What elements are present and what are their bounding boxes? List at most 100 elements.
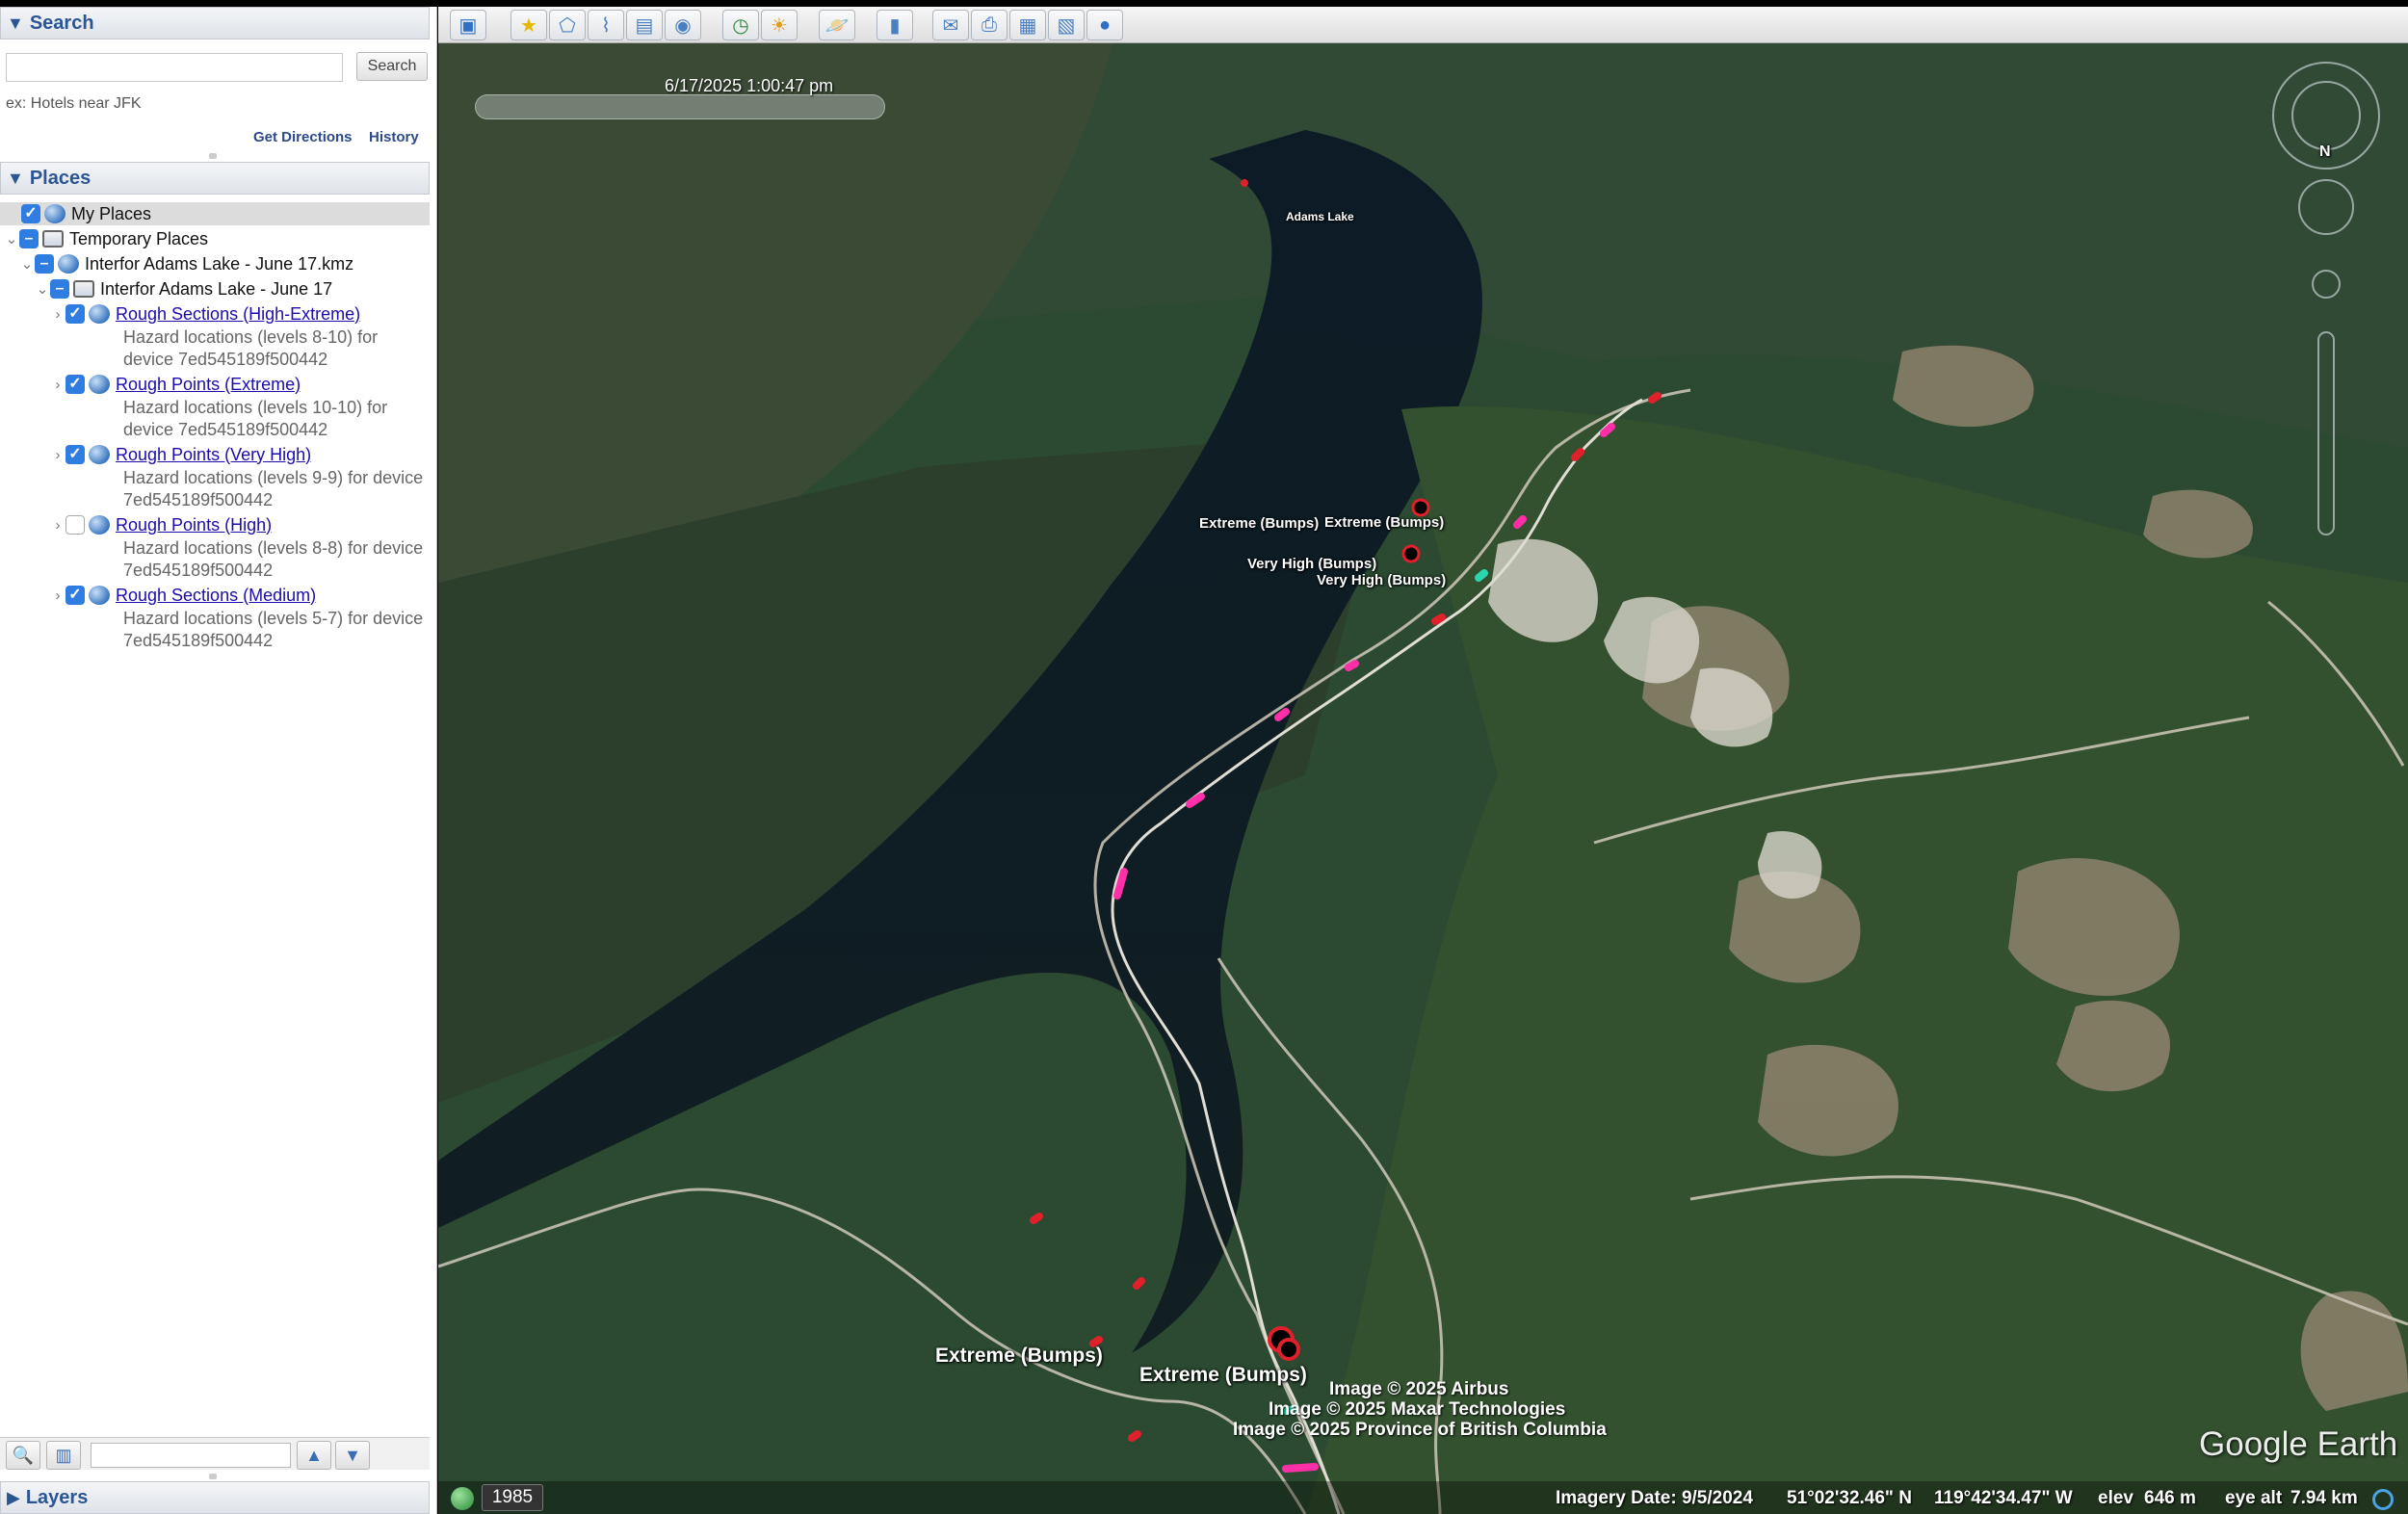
tree-item-layer[interactable]: › ✓ Rough Points (Extreme) [0, 373, 301, 396]
tree-item-kmz[interactable]: ⌄ – Interfor Adams Lake - June 17.kmz [0, 252, 353, 275]
search-button[interactable]: Search [356, 52, 428, 81]
compass-north-icon[interactable]: N [2319, 144, 2331, 161]
checkbox-unchecked-icon[interactable] [65, 515, 85, 535]
expand-triangle-icon: ▶ [7, 1487, 20, 1507]
extreme-marker[interactable] [1411, 498, 1430, 517]
toggle-panel-button[interactable]: ▥ [46, 1441, 81, 1470]
view-in-maps-button[interactable]: ▧ [1048, 10, 1085, 40]
planet-icon: 🪐 [824, 14, 850, 37]
checkbox-partial-icon[interactable]: – [50, 279, 69, 299]
earth-3d-view[interactable]: 6/17/2025 1:00:47 pm Adams Lake Extreme … [438, 43, 2408, 1514]
layer-globe-icon [44, 204, 65, 223]
layers-panel-header[interactable]: ▶ Layers [0, 1481, 430, 1514]
sidebar: ▼ Search Search ex: Hotels near JFK Get … [0, 7, 437, 1514]
historical-imagery-button[interactable]: ◷ [722, 10, 759, 40]
ruler-icon: ▮ [889, 14, 901, 37]
imagery-attribution: Image © 2025 Maxar Technologies [1269, 1399, 1566, 1420]
historical-year[interactable]: 1985 [482, 1484, 543, 1511]
chevron-down-icon[interactable]: ⌄ [4, 230, 19, 248]
mail-icon: ✉ [942, 14, 959, 37]
tree-item-layer[interactable]: › ✓ Rough Sections (High-Extreme) [0, 302, 360, 326]
chevron-right-icon[interactable]: › [50, 587, 65, 604]
chevron-down-icon[interactable]: ⌄ [35, 280, 50, 298]
layer-link[interactable]: Rough Points (High) [116, 515, 272, 535]
get-directions-link[interactable]: Get Directions [253, 129, 353, 145]
checkbox-checked-icon[interactable]: ✓ [65, 445, 85, 464]
checkbox-checked-icon[interactable]: ✓ [65, 375, 85, 394]
hazard-label[interactable]: Extreme (Bumps) [935, 1344, 1103, 1368]
very-high-marker[interactable] [1401, 544, 1421, 563]
add-path-button[interactable]: ⌇ [588, 10, 624, 40]
tree-item-layer[interactable]: › Rough Points (High) [0, 513, 272, 536]
move-up-button[interactable]: ▲ [297, 1441, 331, 1470]
places-filter-input[interactable] [91, 1443, 291, 1468]
tree-item-layer[interactable]: › ✓ Rough Sections (Medium) [0, 584, 316, 607]
place-label[interactable]: Adams Lake [1286, 210, 1354, 223]
chevron-down-icon[interactable]: ⌄ [19, 255, 35, 273]
time-slider[interactable] [475, 94, 885, 119]
chevron-right-icon[interactable]: › [50, 517, 65, 534]
search-hint: ex: Hotels near JFK [6, 95, 142, 112]
record-tour-button[interactable]: ◉ [665, 10, 701, 40]
earth-view-button[interactable]: ● [1086, 10, 1123, 40]
switch-planet-button[interactable]: 🪐 [819, 10, 855, 40]
placemark-pin-icon: ★ [520, 14, 537, 37]
tree-item-label: Interfor Adams Lake - June 17 [100, 278, 333, 299]
google-earth-logo: Google Earth [2199, 1425, 2398, 1463]
hazard-label[interactable]: Extreme (Bumps) [1199, 515, 1319, 532]
eye-altitude-label: eye alt [2225, 1488, 2283, 1508]
layer-link[interactable]: Rough Points (Very High) [116, 445, 311, 465]
chevron-right-icon[interactable]: › [50, 377, 65, 393]
hazard-label[interactable]: Very High (Bumps) [1317, 572, 1446, 588]
eye-altitude-value: 7.94 km [2290, 1488, 2358, 1508]
chevron-right-icon[interactable]: › [50, 306, 65, 323]
places-bottom-bar: 🔍 ▥ ▲ ▼ [0, 1437, 430, 1470]
email-button[interactable]: ✉ [932, 10, 969, 40]
search-places-button[interactable]: 🔍 [6, 1441, 40, 1470]
place-marker[interactable] [1241, 179, 1248, 187]
places-panel-header[interactable]: ▼ Places [0, 162, 430, 195]
layer-link[interactable]: Rough Sections (Medium) [116, 586, 316, 606]
hazard-label[interactable]: Extreme (Bumps) [1139, 1364, 1307, 1387]
sunlight-button[interactable]: ☀ [761, 10, 798, 40]
search-input[interactable] [6, 53, 343, 82]
ruler-button[interactable]: ▮ [877, 10, 913, 40]
checkbox-partial-icon[interactable]: – [35, 254, 54, 274]
extreme-marker[interactable] [1277, 1338, 1300, 1361]
globe-icon: ● [1098, 13, 1112, 36]
move-down-button[interactable]: ▼ [335, 1441, 370, 1470]
layer-link[interactable]: Rough Points (Extreme) [116, 375, 301, 395]
add-overlay-button[interactable]: ▤ [626, 10, 663, 40]
clock-icon: ◷ [732, 14, 749, 37]
tree-item-folder[interactable]: ⌄ – Interfor Adams Lake - June 17 [0, 277, 332, 300]
history-link[interactable]: History [369, 129, 419, 145]
hazard-label[interactable]: Very High (Bumps) [1247, 556, 1376, 572]
resize-grip[interactable] [209, 1474, 217, 1479]
tree-item-my-places[interactable]: ✓ My Places [0, 202, 430, 225]
tree-item-temporary-places[interactable]: ⌄ – Temporary Places [0, 227, 208, 250]
resize-grip[interactable] [209, 153, 217, 159]
save-image-button[interactable]: ▦ [1009, 10, 1046, 40]
checkbox-checked-icon[interactable]: ✓ [21, 204, 40, 223]
chevron-right-icon[interactable]: › [50, 447, 65, 463]
layer-globe-icon [58, 254, 79, 274]
search-panel-title: Search [29, 12, 94, 34]
historical-imagery-icon[interactable] [451, 1487, 474, 1510]
search-panel-header[interactable]: ▼ Search [0, 7, 430, 39]
tree-item-layer[interactable]: › ✓ Rough Points (Very High) [0, 443, 311, 466]
add-polygon-button[interactable]: ⬠ [549, 10, 586, 40]
layer-link[interactable]: Rough Sections (High-Extreme) [116, 304, 360, 325]
add-placemark-button[interactable]: ★ [510, 10, 547, 40]
panel-icon: ▥ [55, 1445, 72, 1465]
sidebar-toggle-button[interactable]: ▣ [450, 10, 486, 40]
imagery-attribution: Image © 2025 Province of British Columbi… [1233, 1420, 1607, 1440]
hazard-label[interactable]: Extreme (Bumps) [1324, 514, 1444, 531]
print-button[interactable]: ⎙ [971, 10, 1008, 40]
checkbox-checked-icon[interactable]: ✓ [65, 586, 85, 605]
layer-globe-icon [89, 515, 110, 535]
save-image-icon: ▦ [1018, 14, 1037, 37]
checkbox-checked-icon[interactable]: ✓ [65, 304, 85, 324]
checkbox-partial-icon[interactable]: – [19, 229, 39, 248]
window-top-edge [0, 0, 2408, 7]
layer-description: Hazard locations (levels 9-9) for device… [123, 468, 424, 509]
